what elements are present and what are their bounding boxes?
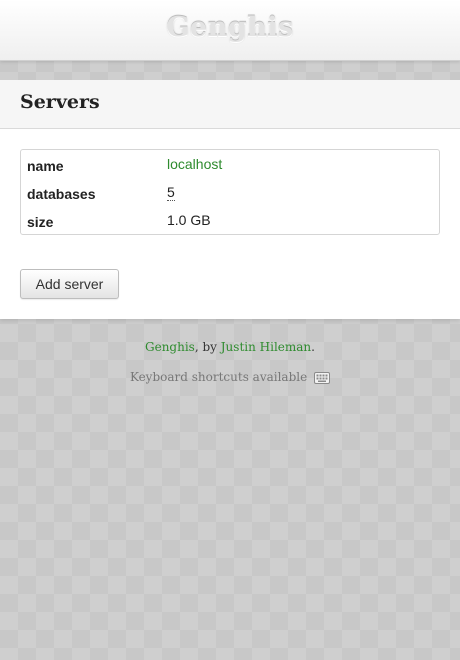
databases-label: databases [27,186,96,202]
servers-panel: name localhost databases 5 size 1.0 GB A… [0,129,460,319]
section-header: Servers [0,80,460,129]
author-link[interactable]: Justin Hileman [221,340,311,354]
server-row-databases: databases 5 [21,183,439,205]
keyboard-shortcuts-hint[interactable]: Keyboard shortcuts available [0,368,460,386]
databases-count: 5 [167,184,175,201]
server-row-size: size 1.0 GB [21,211,439,233]
server-name-label: name [27,158,64,174]
footer-credits: Genghis, by Justin Hileman. [0,338,460,356]
server-details: name localhost databases 5 size 1.0 GB [20,149,440,235]
footer: Genghis, by Justin Hileman. Keyboard sho… [0,338,460,386]
size-value: 1.0 GB [167,212,211,228]
keyboard-icon [314,371,331,389]
footer-period: . [311,340,315,354]
shortcuts-text: Keyboard shortcuts available [129,370,308,384]
server-name-link[interactable]: localhost [167,156,222,172]
top-bar: Genghis [0,0,460,61]
page-title: Servers [20,91,100,113]
app-title[interactable]: Genghis [166,12,293,43]
server-row-name: name localhost [21,155,439,177]
footer-by-text: , by [194,340,221,354]
add-server-button[interactable]: Add server [20,269,119,299]
genghis-link[interactable]: Genghis [145,340,195,354]
size-label: size [27,214,54,230]
